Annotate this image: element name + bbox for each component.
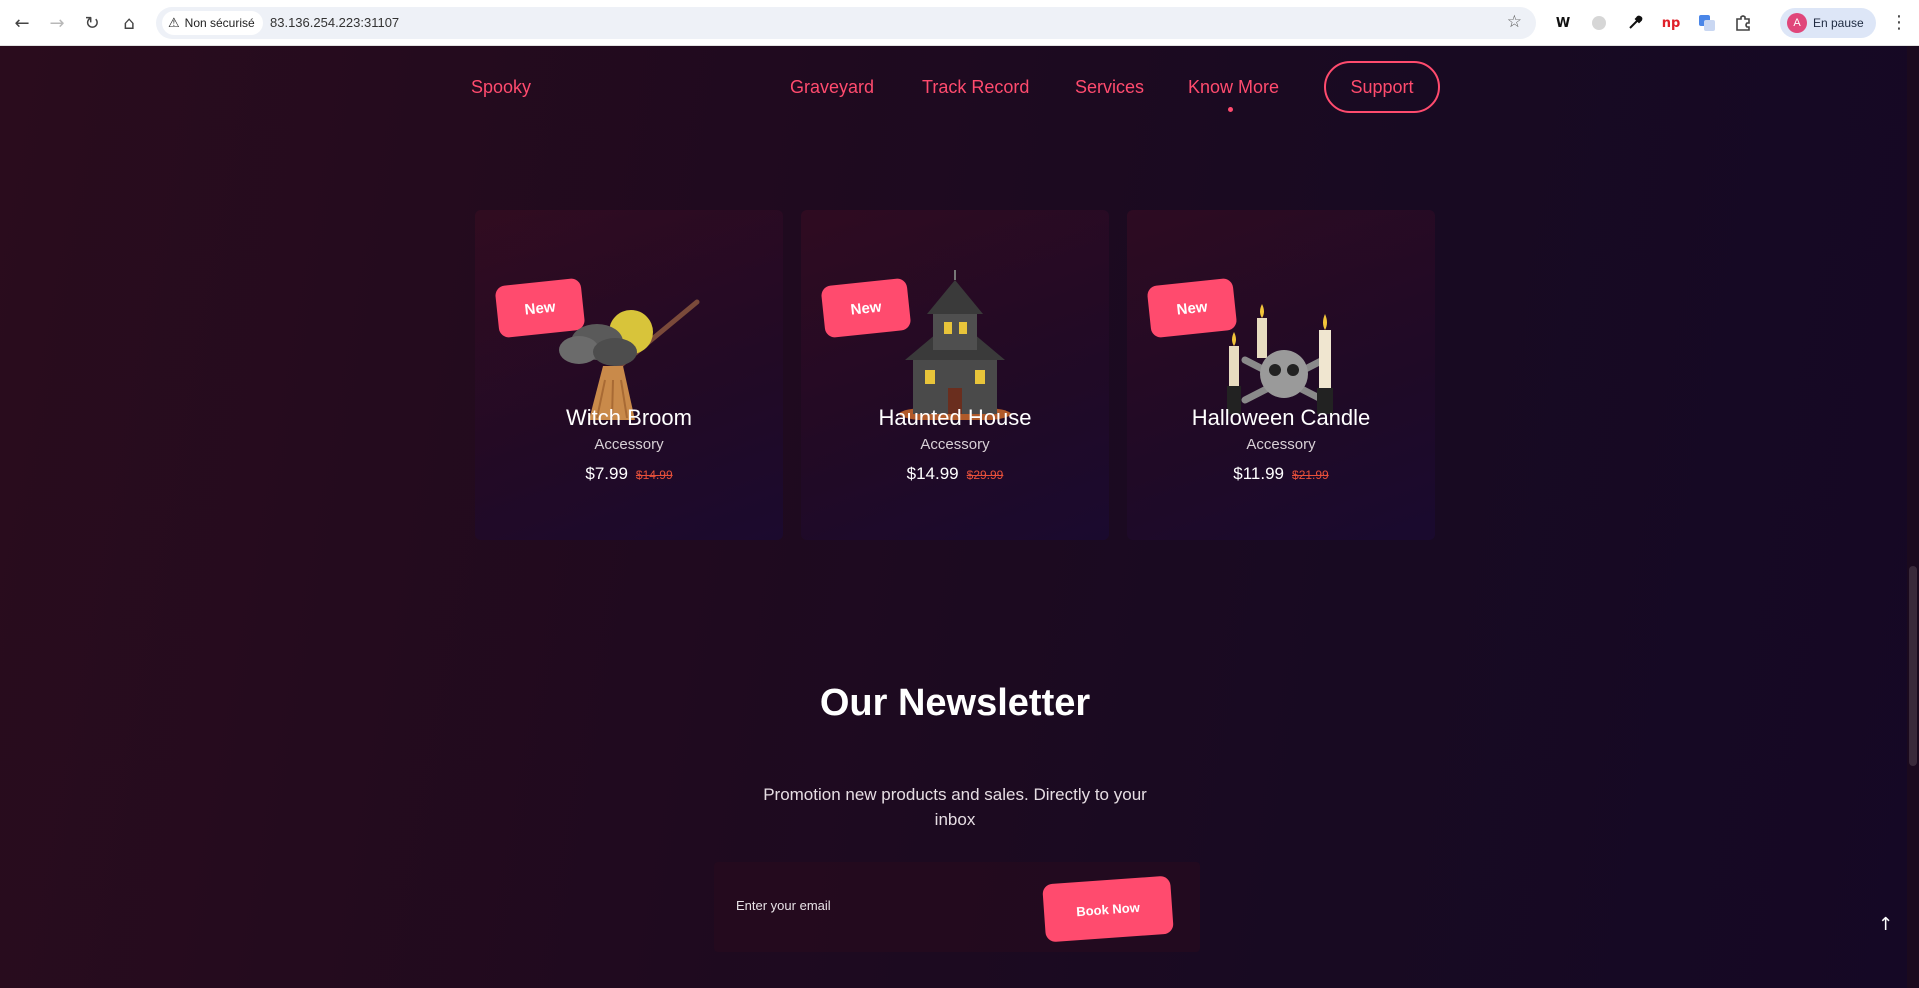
old-price: $29.99: [966, 468, 1004, 482]
book-now-button[interactable]: Book Now: [1042, 875, 1174, 943]
circle-extension-icon[interactable]: [1588, 12, 1610, 34]
price-row: $11.99 $21.99: [1127, 464, 1435, 484]
product-name[interactable]: Witch Broom: [475, 405, 783, 431]
extensions-puzzle-icon[interactable]: [1732, 12, 1754, 34]
security-chip[interactable]: ⚠ Non sécurisé: [162, 11, 263, 35]
site-logo[interactable]: Spooky: [471, 77, 531, 98]
nav-services[interactable]: Services: [1075, 77, 1144, 98]
avatar: A: [1787, 13, 1807, 33]
halloween-candle-icon: [1227, 304, 1333, 414]
translate-icon[interactable]: [1696, 12, 1718, 34]
product-card[interactable]: New Witch Broom Accessory $7.99 $14.99: [475, 210, 783, 540]
forward-icon[interactable]: →: [44, 10, 70, 36]
reload-icon[interactable]: ↻: [79, 10, 105, 36]
np-extension-icon[interactable]: np: [1660, 12, 1682, 34]
eyedropper-icon[interactable]: [1624, 12, 1646, 34]
price-row: $14.99 $29.99: [801, 464, 1109, 484]
nav-know-more[interactable]: Know More: [1188, 77, 1279, 98]
product-category: Accessory: [920, 436, 990, 453]
url-text[interactable]: 83.136.254.223:31107: [270, 15, 399, 30]
email-input[interactable]: [736, 890, 1036, 920]
scrollbar[interactable]: [1907, 46, 1919, 988]
product-category: Accessory: [594, 436, 664, 453]
bookmark-star-icon[interactable]: ☆: [1507, 12, 1522, 32]
price-row: $7.99 $14.99: [475, 464, 783, 484]
security-label: Non sécurisé: [184, 16, 255, 30]
back-icon[interactable]: ←: [9, 10, 35, 36]
profile-label: En pause: [1813, 16, 1864, 30]
nav-graveyard[interactable]: Graveyard: [790, 77, 874, 98]
arrow-up-icon[interactable]: ↑: [1878, 914, 1893, 935]
warning-icon: ⚠: [168, 15, 180, 31]
page-viewport: Spooky Graveyard Track Record Services K…: [0, 46, 1919, 988]
site-navbar: Spooky Graveyard Track Record Services K…: [0, 46, 1905, 130]
newsletter-title: Our Newsletter: [819, 682, 1091, 724]
nav-track-record[interactable]: Track Record: [922, 77, 1029, 98]
witch-broom-icon: [559, 299, 700, 420]
active-nav-indicator: [1228, 107, 1233, 112]
old-price: $21.99: [1292, 468, 1329, 482]
address-bar[interactable]: ⚠ Non sécurisé 83.136.254.223:31107 ☆: [156, 7, 1536, 39]
profile-button[interactable]: A En pause: [1780, 8, 1876, 38]
product-name[interactable]: Haunted House: [801, 405, 1109, 431]
old-price: $14.99: [635, 468, 673, 482]
newsletter-description: Promotion new products and sales. Direct…: [763, 785, 1147, 829]
product-card[interactable]: New Haunted House Accessory $14.99 $29.9…: [801, 210, 1109, 540]
wikipedia-extension-icon[interactable]: W: [1552, 12, 1574, 34]
price: $14.99: [906, 464, 959, 483]
browser-toolbar: ← → ↻ ⌂ ⚠ Non sécurisé 83.136.254.223:31…: [0, 0, 1919, 46]
price: $7.99: [585, 464, 628, 483]
kebab-menu-icon[interactable]: ⋮: [1890, 12, 1908, 33]
home-icon[interactable]: ⌂: [116, 10, 142, 36]
haunted-house-icon: [899, 270, 1011, 420]
price: $11.99: [1233, 464, 1285, 483]
product-card[interactable]: New Halloween Candle Accessory $11.99 $2…: [1127, 210, 1435, 540]
product-category: Accessory: [1246, 436, 1316, 453]
product-name[interactable]: Halloween Candle: [1127, 405, 1435, 431]
newsletter-form: Book Now: [714, 862, 1200, 952]
scrollbar-thumb[interactable]: [1909, 566, 1917, 766]
support-button[interactable]: Support: [1324, 61, 1440, 113]
